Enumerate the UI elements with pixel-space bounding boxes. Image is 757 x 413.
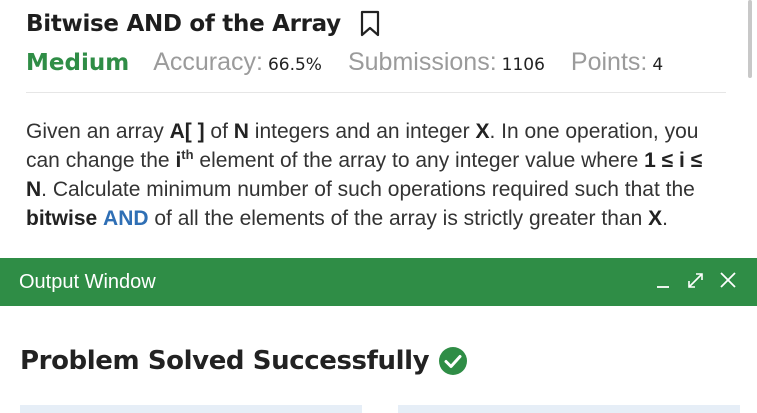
- statement-array: A[ ]: [169, 120, 205, 143]
- problem-title: Bitwise AND of the Array: [26, 11, 341, 37]
- statement-x: X: [648, 207, 663, 230]
- statement-n: N: [233, 120, 249, 143]
- output-window-title: Output Window: [19, 270, 156, 293]
- statement-th: th: [181, 147, 194, 162]
- submissions-value: 1106: [501, 55, 545, 75]
- statement-text: . Calculate minimum number of such opera…: [41, 178, 695, 201]
- statement-x: X: [475, 120, 490, 143]
- scrollbar-thumb[interactable]: [748, 0, 752, 78]
- statement-text: integers and an integer: [248, 120, 476, 143]
- expand-icon[interactable]: [685, 268, 707, 292]
- result-panel-left: [20, 405, 362, 413]
- points-value: 4: [652, 55, 664, 75]
- statement-text: element of the array to any integer valu…: [193, 149, 645, 172]
- statement-bitwise: bitwise: [26, 207, 98, 230]
- statement-text: of: [204, 120, 234, 143]
- submissions-label: Submissions:: [347, 48, 497, 76]
- statement-and-link[interactable]: AND: [103, 207, 149, 230]
- output-window-body: Problem Solved Successfully: [0, 306, 757, 413]
- problem-panel: Bitwise AND of the Array Medium Accuracy…: [0, 0, 752, 258]
- statement-text: Given an array: [26, 120, 170, 143]
- statement-text: .: [662, 207, 668, 230]
- statement-text: of all the elements of the array is stri…: [148, 207, 649, 230]
- window-controls: [643, 268, 739, 292]
- divider: [26, 92, 726, 93]
- title-row: Bitwise AND of the Array: [26, 10, 381, 38]
- problem-statement: Given an array A[ ] of N integers and an…: [26, 117, 726, 233]
- check-circle-icon: [438, 346, 468, 376]
- difficulty-badge: Medium: [26, 50, 130, 76]
- accuracy-label: Accuracy:: [153, 48, 263, 76]
- result-row: Problem Solved Successfully: [20, 346, 468, 376]
- accuracy-value: 66.5%: [267, 55, 322, 75]
- result-message: Problem Solved Successfully: [20, 346, 430, 376]
- bookmark-icon[interactable]: [359, 10, 381, 38]
- minimize-icon[interactable]: [653, 268, 675, 292]
- result-panel-right: [398, 405, 740, 413]
- problem-meta: Medium Accuracy: 66.5% Submissions: 1106…: [26, 48, 689, 77]
- points-label: Points:: [570, 48, 648, 76]
- close-icon[interactable]: [717, 268, 739, 292]
- output-window-header: Output Window: [0, 258, 757, 306]
